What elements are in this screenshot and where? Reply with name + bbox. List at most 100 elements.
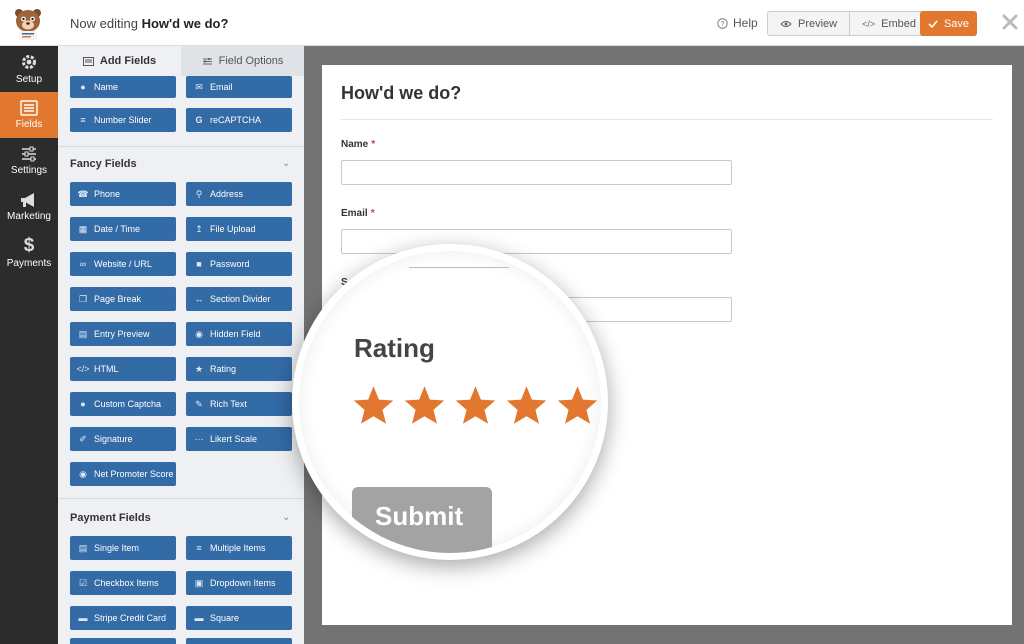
chevron-down-icon[interactable]: ⌄ — [282, 512, 290, 523]
help-circle-icon: ? — [717, 17, 728, 29]
field-button-page-break[interactable]: ❐ Page Break — [70, 287, 176, 311]
editing-form-name: How'd we do? — [141, 16, 229, 31]
name-input[interactable] — [341, 160, 732, 185]
preview-label: Preview — [798, 17, 838, 30]
field-button-password[interactable]: ■ Password — [186, 252, 292, 276]
form-field-label-email[interactable]: Email * — [341, 208, 375, 219]
embed-button[interactable]: </> Embed — [849, 12, 928, 35]
nav-item-settings[interactable]: Settings — [0, 138, 58, 184]
svg-text:?: ? — [721, 20, 725, 27]
preview-button[interactable]: Preview — [768, 12, 849, 35]
field-button-net-promoter-score[interactable]: ◉ Net Promoter Score — [70, 462, 176, 486]
rating-star-icon[interactable] — [352, 384, 395, 426]
gauge-icon: ◉ — [79, 468, 87, 479]
nav-item-payments[interactable]: $ Payments — [0, 230, 58, 276]
save-button[interactable]: Save — [920, 11, 977, 36]
field-button-label: Section Divider — [210, 294, 271, 304]
form-title[interactable]: How'd we do? — [341, 83, 461, 104]
nav-label: Settings — [10, 165, 48, 176]
rating-star-icon[interactable] — [556, 384, 599, 426]
nav-item-fields[interactable]: Fields — [0, 92, 58, 138]
field-button-hidden-field[interactable]: ◉ Hidden Field — [186, 322, 292, 346]
nav-item-marketing[interactable]: Marketing — [0, 184, 58, 230]
calendar-icon: ▦ — [78, 223, 88, 234]
rating-star-icon[interactable] — [505, 384, 548, 426]
field-button-label: HTML — [94, 364, 119, 374]
help-link[interactable]: ? Help — [717, 16, 758, 30]
rating-stars — [352, 384, 599, 426]
field-button-multiple-items[interactable]: ≡ Multiple Items — [186, 536, 292, 560]
field-button-entry-preview[interactable]: ▤ Entry Preview — [70, 322, 176, 346]
tab-field-options[interactable]: Field Options — [181, 46, 304, 76]
tab-label: Add Fields — [99, 55, 157, 67]
rating-star-icon[interactable] — [403, 384, 446, 426]
fancy-fields-heading[interactable]: Fancy Fields — [70, 158, 137, 170]
editing-title: Now editing How'd we do? — [70, 16, 228, 31]
dollar-icon: $ — [23, 235, 35, 256]
field-button-label: Hidden Field — [210, 329, 261, 339]
field-button-section-divider[interactable]: ↔ Section Divider — [186, 287, 292, 311]
nav-item-setup[interactable]: Setup — [0, 46, 58, 92]
field-button-signature[interactable]: ✐ Signature — [70, 427, 176, 451]
field-button-phone[interactable]: ☎ Phone — [70, 182, 176, 206]
section-divider — [58, 146, 304, 147]
form-title-divider — [341, 119, 993, 120]
field-button-website-url[interactable]: ∞ Website / URL — [70, 252, 176, 276]
field-button-rich-text[interactable]: ✎ Rich Text — [186, 392, 292, 416]
field-label-text: Email — [341, 208, 368, 219]
field-button-label: Website / URL — [94, 259, 152, 269]
field-button-label: File Upload — [210, 224, 256, 234]
magnified-input-edge — [409, 267, 509, 268]
envelope-icon: ✉ — [195, 81, 203, 92]
field-button-label: Email — [210, 82, 233, 92]
field-button-html[interactable]: </> HTML — [70, 357, 176, 381]
field-button-dropdown-items[interactable]: ▣ Dropdown Items — [186, 571, 292, 595]
field-button-label: Signature — [94, 434, 133, 444]
field-button-label: Address — [210, 189, 244, 199]
field-label-text: Name — [341, 139, 369, 150]
email-input[interactable] — [341, 229, 732, 254]
list-icon: ≡ — [196, 543, 202, 553]
nav-label: Fields — [15, 119, 43, 130]
field-button-email[interactable]: ✉ Email — [186, 76, 292, 98]
field-button-likert-scale[interactable]: ⋯ Likert Scale — [186, 427, 292, 451]
submit-button[interactable]: Submit — [352, 487, 492, 553]
field-button-number-slider[interactable]: ≡ Number Slider — [70, 108, 176, 132]
tab-add-fields[interactable]: Add Fields — [58, 46, 181, 76]
rating-star-icon[interactable] — [454, 384, 497, 426]
field-button-custom-captcha[interactable]: ● Custom Captcha — [70, 392, 176, 416]
rating-field-label: Rating — [354, 333, 435, 363]
field-button-date-time[interactable]: ▦ Date / Time — [70, 217, 176, 241]
builder-sidebar: Setup Fields Settings Marketing $ Paymen… — [0, 46, 58, 644]
checkmark-icon — [928, 19, 938, 28]
map-pin-icon: ⚲ — [195, 188, 203, 199]
field-button-partial[interactable] — [70, 638, 176, 644]
field-button-rating[interactable]: ★ Rating — [186, 357, 292, 381]
field-button-label: Rating — [210, 364, 237, 374]
google-icon: G — [195, 115, 203, 125]
pen-icon: ✐ — [79, 433, 87, 444]
code-icon: </> — [862, 18, 876, 29]
field-button-checkbox-items[interactable]: ☑ Checkbox Items — [70, 571, 176, 595]
close-icon[interactable] — [1001, 13, 1019, 31]
field-button-partial[interactable] — [186, 638, 292, 644]
payment-fields-heading[interactable]: Payment Fields — [70, 512, 151, 524]
code-icon: </> — [76, 364, 90, 374]
checkbox-icon: ☑ — [78, 577, 88, 588]
field-button-stripe-credit-card[interactable]: ▬ Stripe Credit Card — [70, 606, 176, 630]
field-button-square[interactable]: ▬ Square — [186, 606, 292, 630]
field-button-name[interactable]: ● Name — [70, 76, 176, 98]
field-button-label: Number Slider — [94, 115, 152, 125]
field-button-label: Custom Captcha — [94, 399, 162, 409]
field-button-file-upload[interactable]: ↥ File Upload — [186, 217, 292, 241]
field-button-recaptcha[interactable]: G reCAPTCHA — [186, 108, 292, 132]
form-field-label-name[interactable]: Name * — [341, 139, 375, 150]
eye-slash-icon: ◉ — [195, 328, 203, 339]
field-button-label: Rich Text — [210, 399, 247, 409]
wpforms-bear-logo-icon — [15, 9, 41, 40]
field-button-label: Multiple Items — [210, 543, 266, 553]
chevron-down-icon[interactable]: ⌄ — [282, 158, 290, 169]
field-button-address[interactable]: ⚲ Address — [186, 182, 292, 206]
field-button-label: Checkbox Items — [94, 578, 159, 588]
field-button-single-item[interactable]: ▤ Single Item — [70, 536, 176, 560]
